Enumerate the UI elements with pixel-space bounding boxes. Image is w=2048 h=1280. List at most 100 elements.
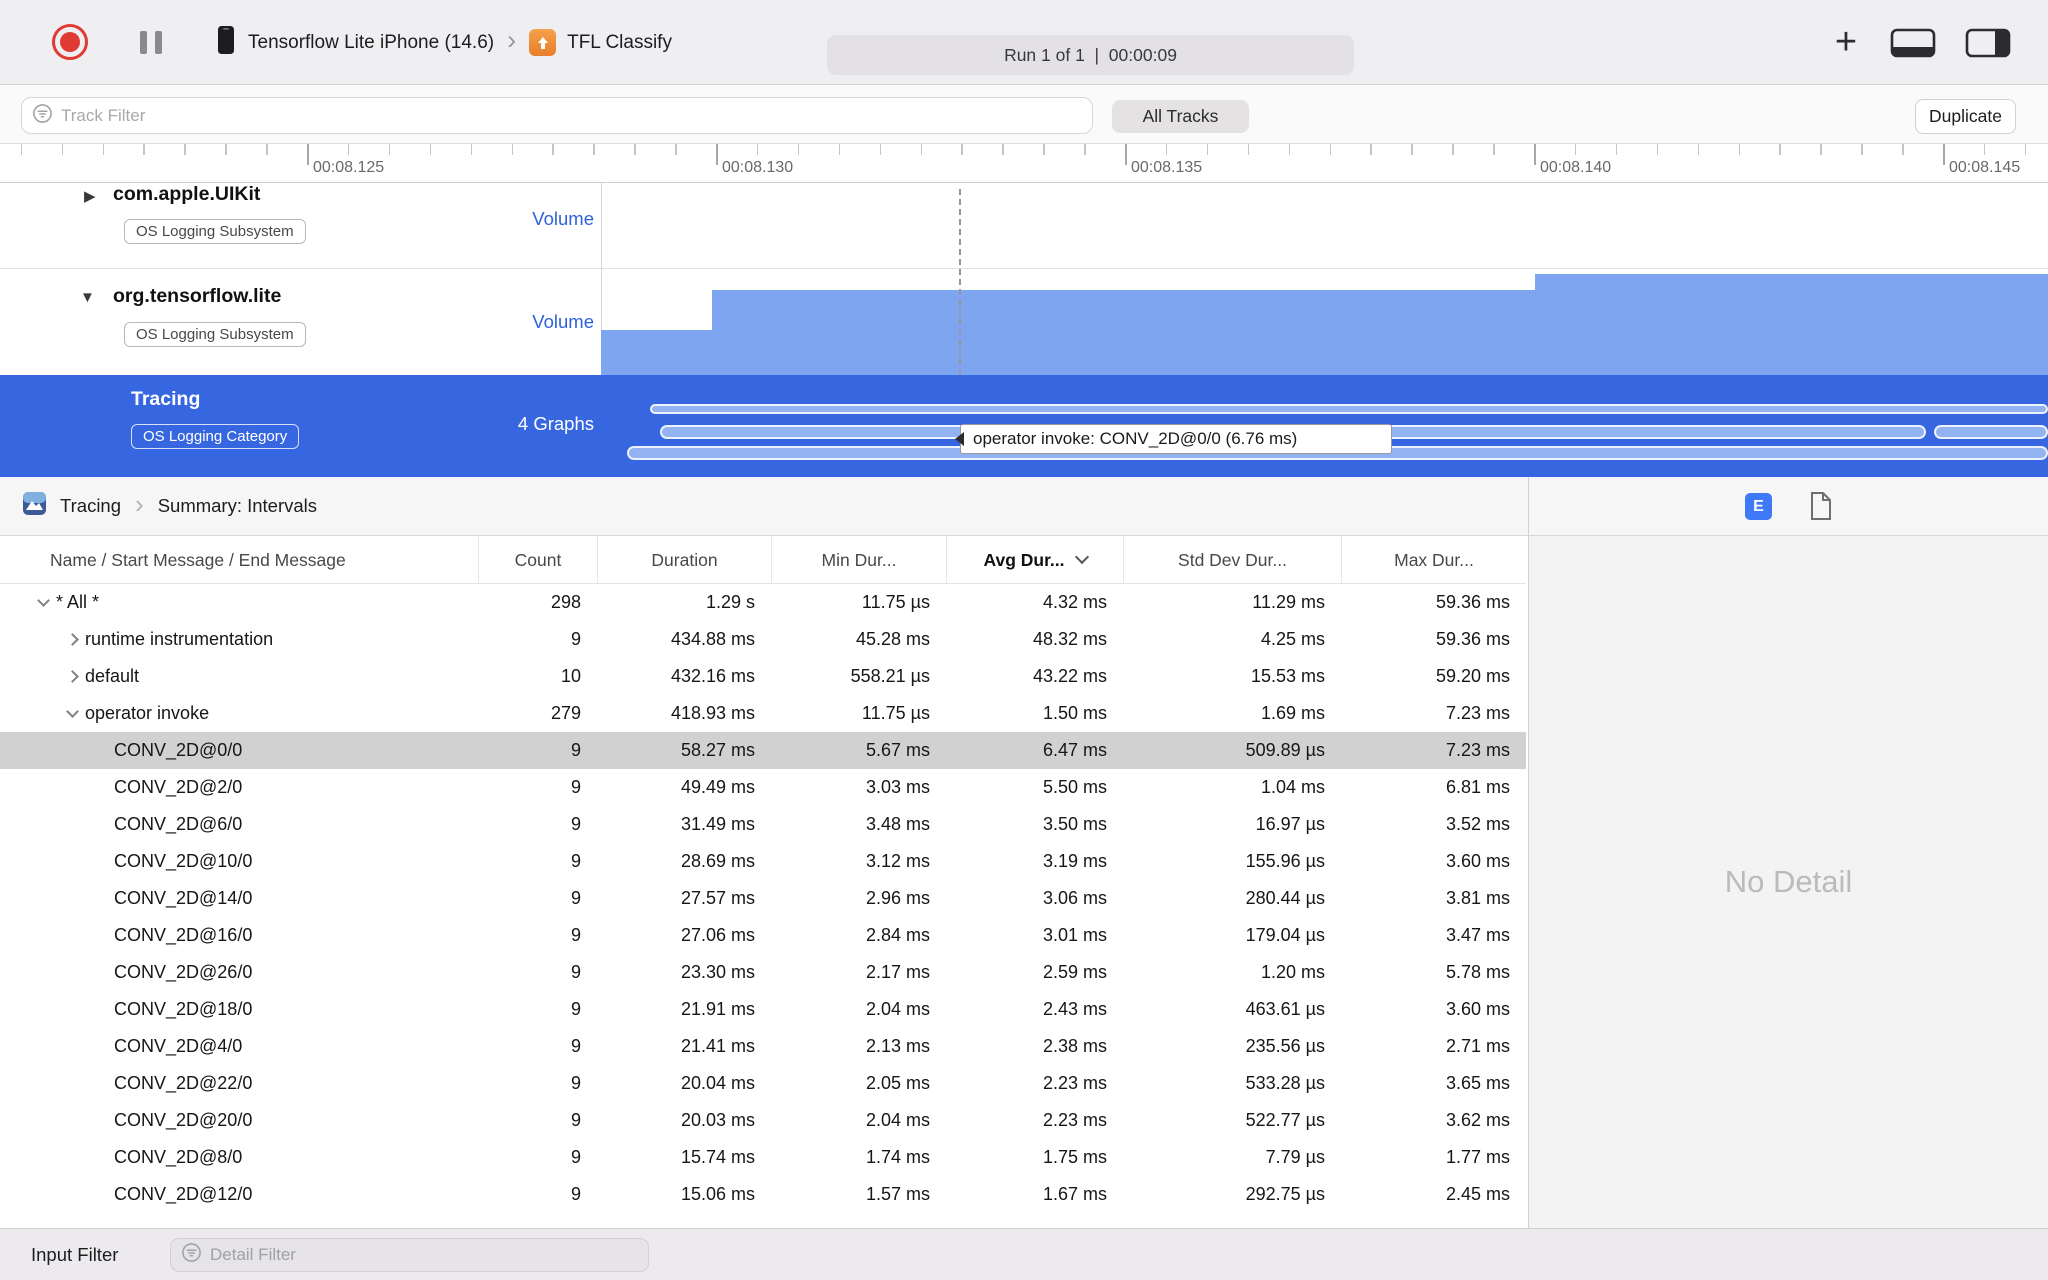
ruler-tick [1615, 144, 1618, 155]
column-header-count[interactable]: Count [478, 536, 597, 584]
record-button[interactable] [52, 24, 88, 60]
inspector-panel: No Detail [1529, 536, 2048, 1228]
ruler-tick [634, 144, 636, 155]
ruler-tick [1370, 144, 1372, 155]
cell-count: 9 [570, 814, 581, 834]
table-row-CONV_2D-26-0[interactable]: CONV_2D@26/0 9 23.30 ms 2.17 ms 2.59 ms 1.20 … [0, 954, 1526, 991]
detail-filter-field[interactable] [170, 1238, 649, 1272]
table-row-CONV_2D-2-0[interactable]: CONV_2D@2/0 9 49.49 ms 3.03 ms 5.50 ms 1.04 m… [0, 769, 1526, 806]
tracing-track-name[interactable]: Tracing [131, 388, 200, 411]
cell-std: 1.69 ms [1260, 703, 1325, 723]
ruler-tick [143, 144, 145, 155]
table-row-All[interactable]: * All * 298 1.29 s 11.75 µs 4.32 ms 11.29 ms 5… [0, 584, 1526, 621]
table-row-CONV_2D-20-0[interactable]: CONV_2D@20/0 9 20.03 ms 2.04 ms 2.23 ms 522.7… [0, 1102, 1526, 1139]
row-disclosure-chevron[interactable] [59, 633, 85, 646]
column-header-min[interactable]: Min Dur... [771, 536, 946, 584]
table-row-CONV_2D-10-0[interactable]: CONV_2D@10/0 9 28.69 ms 3.12 ms 3.19 ms 155.9… [0, 843, 1526, 880]
tflite-disclosure-triangle[interactable]: ▼ [80, 289, 95, 306]
column-header-name[interactable]: Name / Start Message / End Message [0, 536, 478, 584]
ruler-tick [797, 144, 800, 155]
timeline-ruler[interactable]: 00:08.125 00:08.130 00:08.135 00:08.140 00:0… [0, 144, 2048, 183]
row-disclosure-chevron[interactable] [59, 705, 85, 718]
table-row-CONV_2D-8-0[interactable]: CONV_2D@8/0 9 15.74 ms 1.74 ms 1.75 ms 7.79 µ… [0, 1139, 1526, 1176]
ruler-tick [1165, 144, 1168, 155]
cell-duration: 418.93 ms [670, 703, 755, 723]
ruler-tick [552, 144, 554, 155]
ruler-tick [1697, 144, 1700, 155]
cell-min: 45.28 ms [855, 629, 930, 649]
uikit-disclosure-triangle[interactable]: ▶ [84, 187, 96, 205]
cell-avg: 3.06 ms [1042, 888, 1107, 908]
extended-detail-button[interactable]: E [1745, 493, 1772, 520]
ruler-tick [879, 144, 882, 155]
pause-bar-icon [140, 31, 147, 54]
table-row-CONV_2D-4-0[interactable]: CONV_2D@4/0 9 21.41 ms 2.13 ms 2.38 ms 235.56… [0, 1028, 1526, 1065]
iphone-icon [215, 24, 237, 61]
device-selector[interactable]: Tensorflow Lite iPhone (14.6) › TFL Clas… [215, 0, 672, 85]
cell-max: 7.23 ms [1445, 740, 1510, 760]
table-row-CONV_2D-0-0[interactable]: CONV_2D@0/0 9 58.27 ms 5.67 ms 6.47 ms 509.89… [0, 732, 1526, 769]
track-filter-input[interactable] [61, 105, 1082, 126]
duplicate-button[interactable]: Duplicate [1915, 99, 2016, 134]
row-name: CONV_2D@20/0 [114, 1110, 253, 1130]
cell-max: 3.52 ms [1445, 814, 1510, 834]
uikit-track-name[interactable]: com.apple.UIKit [113, 183, 260, 206]
ruler-tick [1983, 144, 1986, 155]
input-filter-label: Input Filter [31, 1243, 119, 1265]
cell-avg: 1.50 ms [1042, 703, 1107, 723]
tflite-track-name[interactable]: org.tensorflow.lite [113, 285, 281, 308]
target-name: TFL Classify [567, 31, 672, 53]
cell-std: 509.89 µs [1245, 740, 1325, 760]
table-row-CONV_2D-12-0[interactable]: CONV_2D@12/0 9 15.06 ms 1.57 ms 1.67 ms 292.7… [0, 1176, 1526, 1213]
cell-std: 235.56 µs [1245, 1036, 1325, 1056]
interval-tooltip: operator invoke: CONV_2D@0/0 (6.76 ms) [960, 424, 1392, 454]
column-header-stddev[interactable]: Std Dev Dur... [1123, 536, 1341, 584]
table-row-CONV_2D-18-0[interactable]: CONV_2D@18/0 9 21.91 ms 2.04 ms 2.43 ms 463.6… [0, 991, 1526, 1028]
table-row-CONV_2D-16-0[interactable]: CONV_2D@16/0 9 27.06 ms 2.84 ms 3.01 ms 179.0… [0, 917, 1526, 954]
table-row-CONV_2D-6-0[interactable]: CONV_2D@6/0 9 31.49 ms 3.48 ms 3.50 ms 16.97 … [0, 806, 1526, 843]
table-row-runtime-instrumentation[interactable]: runtime instrumentation 9 434.88 ms 45.28 m… [0, 621, 1526, 658]
ruler-label: 00:08.125 [313, 159, 385, 176]
bottom-pane-toggle[interactable] [1890, 27, 1936, 64]
cell-count: 9 [570, 740, 581, 760]
ruler-tick [838, 144, 841, 155]
column-header-avg[interactable]: Avg Dur... [946, 536, 1123, 584]
table-row-CONV_2D-22-0[interactable]: CONV_2D@22/0 9 20.04 ms 2.05 ms 2.23 ms 533.2… [0, 1065, 1526, 1102]
row-name: CONV_2D@10/0 [114, 851, 253, 871]
run-status-pill: Run 1 of 1 | 00:00:09 [827, 35, 1354, 75]
cell-std: 155.96 µs [1245, 851, 1325, 871]
detail-filter-input[interactable] [210, 1245, 638, 1265]
ruler-tick [1574, 144, 1577, 155]
cell-std: 1.04 ms [1260, 777, 1325, 797]
ruler-label: 00:08.130 [722, 159, 794, 176]
cell-count: 9 [570, 888, 581, 908]
breadcrumb-root[interactable]: Tracing [60, 495, 121, 517]
breadcrumb-page[interactable]: Summary: Intervals [158, 495, 317, 517]
ruler-tick [961, 144, 963, 155]
document-icon[interactable] [1808, 491, 1833, 526]
ruler-tick [1656, 144, 1659, 155]
target-app-icon [529, 29, 557, 56]
track-filter-field[interactable] [21, 97, 1093, 134]
column-header-max[interactable]: Max Dur... [1341, 536, 1526, 584]
ruler-tick [1738, 144, 1741, 155]
pause-button[interactable] [140, 31, 170, 54]
row-name: runtime instrumentation [85, 629, 274, 649]
column-header-duration[interactable]: Duration [597, 536, 771, 584]
chevron-right-icon: › [507, 25, 517, 55]
all-tracks-button[interactable]: All Tracks [1112, 100, 1249, 133]
row-disclosure-chevron[interactable] [30, 594, 56, 607]
ruler-tick [1002, 144, 1004, 155]
interval-tooltip-text: operator invoke: CONV_2D@0/0 (6.76 ms) [973, 429, 1298, 448]
add-instrument-button[interactable]: + [1826, 21, 1866, 63]
table-row-default[interactable]: default 10 432.16 ms 558.21 µs 43.22 ms 15.53… [0, 658, 1526, 695]
cell-avg: 1.67 ms [1042, 1184, 1107, 1204]
ruler-label: 00:08.135 [1131, 159, 1203, 176]
right-pane-toggle[interactable] [1965, 27, 2011, 64]
table-row-operator-invoke[interactable]: operator invoke 279 418.93 ms 11.75 µs 1.50 … [0, 695, 1526, 732]
table-row-CONV_2D-14-0[interactable]: CONV_2D@14/0 9 27.57 ms 2.96 ms 3.06 ms 280.4… [0, 880, 1526, 917]
cell-std: 463.61 µs [1245, 999, 1325, 1019]
row-disclosure-chevron[interactable] [59, 670, 85, 683]
ruler-tick [20, 144, 23, 155]
cell-avg: 2.38 ms [1042, 1036, 1107, 1056]
